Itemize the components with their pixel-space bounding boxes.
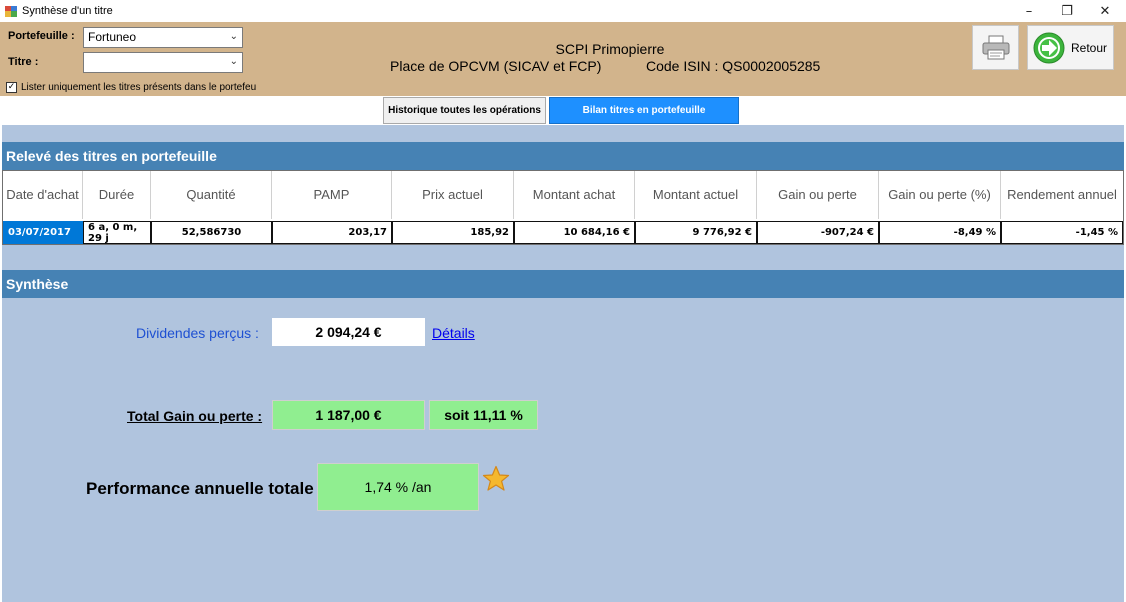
total-gain-value: 1 187,00 € xyxy=(272,400,425,430)
portefeuille-label: Portefeuille : xyxy=(8,30,75,42)
column-header[interactable]: Rendement annuel xyxy=(1001,171,1123,219)
total-gain-label: Total Gain ou perte : xyxy=(127,408,263,424)
isin-code: Code ISIN : QS0002005285 xyxy=(646,58,821,74)
table-cell-prix-actuel[interactable]: 185,92 xyxy=(392,221,514,244)
releve-section-bar: Relevé des titres en portefeuille xyxy=(2,142,1124,170)
column-header[interactable]: Gain ou perte xyxy=(757,171,879,219)
column-header[interactable]: Montant actuel xyxy=(635,171,757,219)
table-cell-duree[interactable]: 6 a, 0 m, 29 j xyxy=(83,221,151,244)
releve-title: Relevé des titres en portefeuille xyxy=(6,148,217,164)
maximize-button[interactable]: ❐ xyxy=(1048,0,1086,22)
app-icon xyxy=(5,6,17,17)
total-gain-percent: soit 11,11 % xyxy=(429,400,538,430)
window: Synthèse d'un titre – ❐ ✕ Portefeuille :… xyxy=(0,0,1126,602)
star-icon xyxy=(482,465,510,491)
dividendes-value: 2 094,24 € xyxy=(272,318,425,346)
chevron-down-icon: ⌄ xyxy=(229,31,238,42)
window-title: Synthèse d'un titre xyxy=(22,5,113,17)
lister-titres-checkbox[interactable]: ✓ xyxy=(6,82,17,93)
portefeuille-select[interactable]: Fortuneo ⌄ xyxy=(83,27,243,48)
column-header[interactable]: Quantité xyxy=(151,171,272,219)
portefeuille-value: Fortuneo xyxy=(88,30,137,44)
titre-select[interactable]: ⌄ xyxy=(83,52,243,73)
close-button[interactable]: ✕ xyxy=(1086,0,1124,22)
arrow-right-circle-icon xyxy=(1033,32,1065,64)
performance-value: 1,74 % /an xyxy=(317,463,479,511)
fund-type: Place de OPCVM (SICAV et FCP) xyxy=(390,58,602,74)
tab-historique[interactable]: Historique toutes les opérations xyxy=(383,97,546,124)
chevron-down-icon: ⌄ xyxy=(229,56,238,67)
minimize-button[interactable]: – xyxy=(1010,0,1048,22)
performance-label: Performance annuelle totale xyxy=(86,479,314,498)
table-cell-rendement[interactable]: -1,45 % xyxy=(1001,221,1123,244)
table-cell-gain-perte[interactable]: -907,24 € xyxy=(757,221,879,244)
column-header[interactable]: Gain ou perte (%) xyxy=(879,171,1001,219)
table-cell-date[interactable]: 03/07/2017 xyxy=(3,221,83,244)
table-cell-montant-actuel[interactable]: 9 776,92 € xyxy=(635,221,757,244)
table-cell-pamp[interactable]: 203,17 xyxy=(272,221,392,244)
tab-bilan[interactable]: Bilan titres en portefeuille xyxy=(549,97,739,124)
tab-strip: Historique toutes les opérations Bilan t… xyxy=(0,96,1126,125)
title-bar: Synthèse d'un titre – ❐ ✕ xyxy=(0,0,1126,22)
details-link[interactable]: Détails xyxy=(432,325,475,341)
titre-label: Titre : xyxy=(8,56,39,68)
synthese-section-bar: Synthèse xyxy=(2,270,1124,298)
main-content: Relevé des titres en portefeuille Date d… xyxy=(2,125,1124,602)
lister-titres-label: Lister uniquement les titres présents da… xyxy=(21,82,257,93)
print-button[interactable] xyxy=(972,25,1019,70)
column-header[interactable]: Date d'achat xyxy=(3,171,83,219)
titles-grid[interactable]: Date d'achat Durée Quantité PAMP Prix ac… xyxy=(2,170,1124,245)
column-header[interactable]: PAMP xyxy=(272,171,392,219)
printer-icon xyxy=(982,35,1009,59)
header-panel: Portefeuille : Fortuneo ⌄ Titre : ⌄ ✓ Li… xyxy=(0,22,1126,96)
column-header[interactable]: Durée xyxy=(83,171,151,219)
synthese-title: Synthèse xyxy=(6,276,69,292)
lister-titres-checkbox-row[interactable]: ✓ Lister uniquement les titres présents … xyxy=(6,82,256,93)
table-cell-quantite[interactable]: 52,586730 xyxy=(151,221,272,244)
retour-button[interactable]: Retour xyxy=(1027,25,1114,70)
fund-name: SCPI Primopierre xyxy=(555,41,665,57)
dividendes-label: Dividendes perçus : xyxy=(136,325,259,341)
retour-label: Retour xyxy=(1071,41,1108,55)
table-cell-montant-achat[interactable]: 10 684,16 € xyxy=(514,221,635,244)
column-header[interactable]: Montant achat xyxy=(514,171,635,219)
table-cell-gain-perte-pct[interactable]: -8,49 % xyxy=(879,221,1001,244)
column-header[interactable]: Prix actuel xyxy=(392,171,514,219)
